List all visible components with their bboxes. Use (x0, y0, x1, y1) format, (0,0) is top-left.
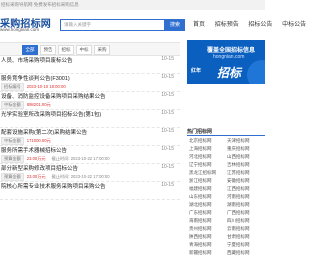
region-link[interactable]: 河北招标网 (189, 154, 212, 160)
region-link[interactable]: 黑龙江招标网 (189, 170, 216, 176)
region-link[interactable]: 江西招标网 (227, 186, 250, 192)
meta-label: 预算金额 (1, 155, 24, 163)
item-date: 10-15 (161, 92, 174, 98)
item-title[interactable]: 配套设施采购(第二次)采购结果公告 (1, 128, 87, 136)
region-link[interactable]: 辽宁招标网 (189, 162, 212, 168)
region-link[interactable]: 广东招标网 (189, 210, 212, 216)
sidebar-divider (187, 135, 265, 136)
item-date: 10-15 (161, 146, 174, 152)
item-meta: 中标金额 898201.00元 (1, 101, 57, 109)
meta-deadline: 截止时间: 2023-10-22 17:00:00 (51, 174, 110, 179)
item-title[interactable]: 光学实验室所改采购项目招标公告(第1包) (1, 110, 101, 118)
region-link[interactable]: 福建招标网 (189, 186, 212, 192)
meta-label: 中标金额 (1, 101, 24, 109)
sidebar-heading: 热门招标网 (187, 129, 213, 135)
region-link[interactable]: 山西招标网 (227, 154, 250, 160)
item-meta: 招标编号 2023-10-10 18:00:00 (1, 83, 72, 91)
meta-label: 预算金额 (1, 173, 24, 181)
region-link[interactable]: 西藏招标网 (227, 250, 250, 256)
list-item[interactable]: 配套设施采购(第二次)采购结果公告 10-15 中标金额 171000.00元 (0, 127, 180, 146)
site-logo-url: www.hongnian.com (0, 27, 40, 32)
banner-big-text: 招标 (217, 66, 242, 80)
list-item[interactable]: 设备、消防监控设备采购项目采购结果公告 10-15 中标金额 898201.00元 (0, 91, 180, 110)
item-title[interactable]: 部分新型采购修改项目招标公告 (1, 164, 78, 172)
meta-value: 23.00万元 (26, 174, 46, 179)
nav-item-award[interactable]: 中标公告 (282, 22, 306, 28)
region-link[interactable]: 海南招标网 (189, 218, 212, 224)
region-link[interactable]: 新疆招标网 (189, 250, 212, 256)
region-link[interactable]: 江苏招标网 (227, 170, 250, 176)
region-link[interactable]: 山东招标网 (189, 194, 212, 200)
nav-item-tender[interactable]: 招标公告 (248, 22, 272, 28)
nav-item-home[interactable]: 首页 (193, 22, 205, 28)
filter-tab-award[interactable]: 中标 (76, 45, 92, 55)
nav-item-preview[interactable]: 招标预告 (215, 22, 239, 28)
meta-label: 中标金额 (1, 137, 24, 145)
meta-value: 23.00万元 (26, 156, 46, 161)
region-link[interactable]: 云南招标网 (227, 226, 250, 232)
region-link[interactable]: 四川招标网 (227, 218, 250, 224)
region-link[interactable]: 广西招标网 (227, 210, 250, 216)
item-title[interactable]: 院核心所需专业技术服务采购项目采购公告 (1, 182, 106, 190)
region-link[interactable]: 湖北招标网 (189, 202, 212, 208)
top-info-text: 招标采购导航网 免费发布招标采购信息 (1, 2, 79, 7)
region-link[interactable]: 浙江招标网 (189, 178, 212, 184)
region-link[interactable]: 天津招标网 (227, 138, 250, 144)
region-link[interactable]: 上海招标网 (189, 146, 212, 152)
item-date: 10-15 (161, 182, 174, 188)
item-meta: 预算金额 23.00万元 截止时间: 2023-10-22 17:00:00 (1, 173, 110, 181)
list-item[interactable]: 部分新型采购修改项目招标公告 10-15 预算金额 23.00万元 截止时间: 20… (0, 163, 180, 182)
item-meta: 预算金额 23.00万元 截止时间: 2023-10-22 17:00:00 (1, 155, 110, 163)
ad-banner[interactable]: 覆盖全国招标信息 hongnian.com 红年 招标 (187, 40, 265, 84)
item-title[interactable]: 设备、消防监控设备采购项目采购结果公告 (1, 92, 106, 100)
banner-brand: 红年 (191, 68, 202, 74)
item-meta: 中标金额 171000.00元 (1, 137, 57, 145)
meta-deadline: 截止时间: 2023-10-22 17:00:00 (51, 156, 110, 161)
item-date: 10-15 (161, 164, 174, 170)
meta-label: 招标编号 (1, 83, 24, 91)
region-link[interactable]: 安徽招标网 (227, 178, 250, 184)
region-link[interactable]: 重庆招标网 (227, 146, 250, 152)
region-link[interactable]: 吉林招标网 (227, 162, 250, 168)
region-link[interactable]: 宁夏招标网 (227, 242, 250, 248)
region-link[interactable]: 河南招标网 (227, 194, 250, 200)
item-date: 10-15 (161, 110, 174, 116)
banner-headline: 覆盖全国招标信息 (207, 48, 256, 54)
region-link[interactable]: 陕西招标网 (189, 234, 212, 240)
item-date: 10-15 (161, 128, 174, 134)
region-link[interactable]: 湖南招标网 (227, 202, 250, 208)
meta-value: 171000.00元 (26, 138, 51, 143)
main-nav: 首页 招标预告 招标公告 中标公告 (193, 19, 314, 28)
item-date: 10-15 (161, 74, 174, 80)
list-item[interactable]: 人员、市场采购项目废标公告 10-15 (0, 55, 180, 74)
list-item[interactable]: 光学实验室所改采购项目招标公告(第1包) 10-15 (0, 109, 180, 128)
item-title[interactable]: 服务所需手术器械招标公告 (1, 146, 67, 154)
region-link[interactable]: 北京招标网 (189, 138, 212, 144)
region-link[interactable]: 甘肃招标网 (227, 234, 250, 240)
item-date: 10-15 (161, 56, 174, 62)
list-item[interactable]: 服务所需手术器械招标公告 10-15 预算金额 23.00万元 截止时间: 2023… (0, 145, 180, 164)
filter-tab-all[interactable]: 全部 (22, 45, 38, 55)
filter-bar: 全部 预告 招标 中标 采购 (0, 42, 180, 56)
region-link[interactable]: 贵州招标网 (189, 226, 212, 232)
filter-tab-preview[interactable]: 预告 (40, 45, 56, 55)
filter-tab-tender[interactable]: 招标 (58, 45, 74, 55)
meta-value: 2023-10-10 18:00:00 (26, 84, 66, 89)
list-item[interactable]: 院核心所需专业技术服务采购项目采购公告 10-15 (0, 181, 180, 200)
item-title[interactable]: 服务竞争性谈判公告(F3001) (1, 74, 70, 82)
search-input[interactable]: 请输入关键字 (60, 19, 165, 31)
banner-domain: hongnian.com (213, 54, 245, 60)
filter-tab-purchase[interactable]: 采购 (94, 45, 110, 55)
list-item[interactable]: 服务竞争性谈判公告(F3001) 10-15 招标编号 2023-10-10 18… (0, 73, 180, 92)
item-title[interactable]: 人员、市场采购项目废标公告 (1, 56, 73, 64)
meta-value: 898201.00元 (26, 102, 51, 107)
banner-decoration (247, 60, 265, 84)
search-button[interactable]: 搜索 (165, 19, 185, 31)
region-link[interactable]: 青海招标网 (189, 242, 212, 248)
